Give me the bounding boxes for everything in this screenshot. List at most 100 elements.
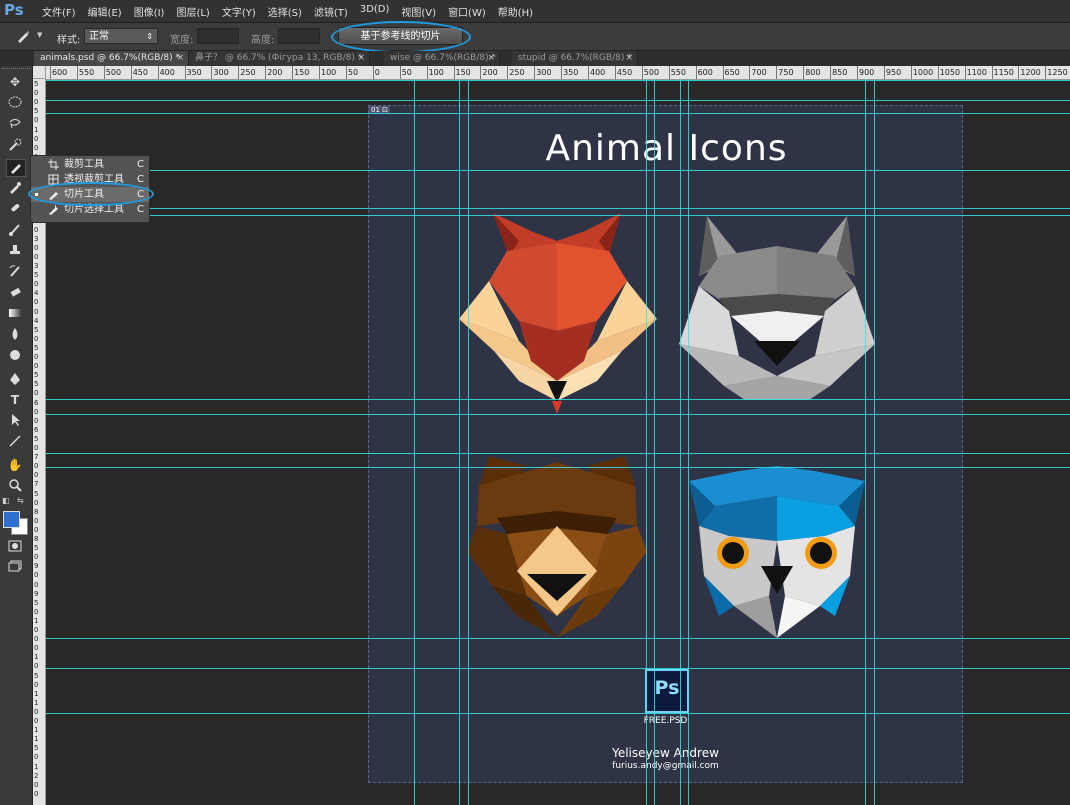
menu-item-10[interactable]: 帮助(H) — [492, 4, 539, 19]
style-select[interactable]: 正常 ⇕ — [84, 28, 158, 44]
vertical-guide[interactable] — [865, 79, 866, 805]
close-icon[interactable]: × — [487, 51, 495, 66]
vertical-guide[interactable] — [468, 79, 469, 805]
ruler-label: 0 — [34, 243, 39, 252]
ruler-label: 1200 — [1020, 68, 1041, 77]
quick-mask-icon[interactable] — [6, 540, 24, 556]
menu-item-7[interactable]: 3D(D) — [354, 4, 396, 19]
menu-item-2[interactable]: 图像(I) — [128, 4, 171, 19]
path-selection-tool-icon[interactable] — [6, 413, 24, 429]
vertical-guide[interactable] — [459, 79, 460, 805]
horizontal-guide[interactable] — [46, 215, 1070, 216]
eraser-tool-icon[interactable] — [6, 285, 24, 301]
menu-item-5[interactable]: 选择(S) — [262, 4, 308, 19]
tab-wise[interactable]: wise @ 66.7%(RGB/8) * × — [384, 51, 500, 66]
ruler-label: 4 — [34, 316, 39, 325]
menu-item-1[interactable]: 编辑(E) — [82, 4, 128, 19]
menu-item-9[interactable]: 窗口(W) — [442, 4, 492, 19]
horizontal-guide[interactable] — [46, 467, 1070, 468]
horizontal-guide[interactable] — [46, 208, 1070, 209]
gradient-tool-icon[interactable] — [6, 306, 24, 322]
quick-select-tool-icon[interactable] — [6, 138, 24, 154]
ruler-label: 5 — [34, 380, 39, 389]
close-icon[interactable]: × — [625, 51, 633, 66]
history-brush-tool-icon[interactable] — [6, 264, 24, 280]
flyout-shortcut: C — [137, 174, 144, 185]
zoom-tool-icon[interactable] — [6, 478, 24, 494]
ruler-label: 0 — [34, 580, 39, 589]
pen-tool-icon[interactable] — [6, 372, 24, 388]
ruler-label: 0 — [34, 753, 39, 762]
ps-badge-icon: Ps — [645, 669, 689, 713]
marquee-tool-icon[interactable] — [6, 96, 24, 112]
horizontal-guide[interactable] — [46, 170, 1070, 171]
swap-colors-icon[interactable]: ⇆ — [17, 496, 24, 505]
menu-item-0[interactable]: 文件(F) — [36, 4, 82, 19]
ruler-label: 0 — [34, 662, 39, 671]
horizontal-guide[interactable] — [46, 668, 1070, 669]
menu-item-6[interactable]: 滤镜(T) — [308, 4, 354, 19]
height-field[interactable] — [278, 28, 320, 44]
foreground-color-swatch-front[interactable] — [3, 511, 20, 528]
slice-tool-icon[interactable] — [6, 159, 26, 177]
ruler-label: 50 — [347, 68, 359, 77]
close-icon[interactable]: × — [357, 51, 365, 66]
dodge-tool-icon[interactable] — [6, 348, 24, 364]
ruler-tick — [184, 66, 186, 79]
preset-dropdown-icon[interactable]: ▼ — [37, 31, 42, 39]
lasso-tool-icon[interactable] — [6, 117, 24, 133]
horizontal-guide[interactable] — [46, 113, 1070, 114]
ruler-label: 550 — [78, 68, 95, 77]
horizontal-guide[interactable] — [46, 399, 1070, 400]
ruler-label: 0 — [34, 680, 39, 689]
flyout-item-crop[interactable]: 裁剪工具 C — [31, 157, 149, 172]
close-icon[interactable]: × — [176, 51, 184, 66]
healing-brush-tool-icon[interactable] — [6, 201, 24, 217]
type-tool-icon[interactable]: T — [6, 392, 24, 408]
tab-animals[interactable]: animals.psd @ 66.7%(RGB/8) * × — [34, 51, 189, 66]
ruler-label: 0 — [34, 280, 39, 289]
menu-item-4[interactable]: 文字(Y) — [216, 4, 262, 19]
vertical-guide[interactable] — [414, 79, 415, 805]
brush-tool-icon[interactable] — [6, 222, 24, 238]
slice-tool-preset-icon[interactable] — [16, 29, 30, 43]
eyedropper-tool-icon[interactable] — [6, 180, 24, 196]
crop-icon — [48, 159, 59, 170]
blur-tool-icon[interactable] — [6, 327, 24, 343]
vertical-guide[interactable] — [680, 79, 681, 805]
ruler-origin[interactable] — [33, 66, 46, 79]
ruler-label: 7 — [34, 480, 39, 489]
vertical-guide[interactable] — [654, 79, 655, 805]
horizontal-guide[interactable] — [46, 80, 1070, 81]
horizontal-guide[interactable] — [46, 414, 1070, 415]
menu-item-3[interactable]: 图层(L) — [170, 4, 215, 19]
ruler-label: 1250 — [1047, 68, 1068, 77]
tab-nose[interactable]: 鼻子？ @ 66.7% (Фігура 13, RGB/8) * × — [189, 51, 370, 66]
clone-stamp-tool-icon[interactable] — [6, 243, 24, 259]
ruler-label: 400 — [159, 68, 175, 77]
hand-tool-icon[interactable]: ✋ — [6, 457, 24, 473]
ruler-label: 0 — [34, 635, 39, 644]
default-colors-icon[interactable]: ◧ — [2, 496, 10, 505]
vertical-guide[interactable] — [688, 79, 689, 805]
vertical-guide[interactable] — [874, 79, 875, 805]
line-tool-icon[interactable] — [6, 434, 24, 450]
horizontal-guide[interactable] — [46, 100, 1070, 101]
menu-item-8[interactable]: 视图(V) — [395, 4, 442, 19]
panel-grip[interactable] — [2, 68, 30, 72]
ruler-tick — [668, 66, 670, 79]
horizontal-ruler[interactable]: 600 550 500 450 400 350 300 250 200 150 100 50 0 50 10… — [46, 66, 1070, 80]
ruler-label: 1 — [34, 616, 39, 625]
ruler-tick — [561, 66, 563, 79]
vertical-guide[interactable] — [646, 79, 647, 805]
ruler-tick — [964, 66, 966, 79]
move-tool-icon[interactable]: ✥ — [6, 74, 24, 90]
horizontal-guide[interactable] — [46, 453, 1070, 454]
ruler-label: 200 — [482, 68, 498, 77]
screen-mode-icon[interactable] — [6, 560, 24, 576]
tab-stupid[interactable]: stupid @ 66.7%(RGB/8) * × — [512, 51, 638, 66]
owl-icon — [689, 466, 865, 638]
width-field[interactable] — [197, 28, 239, 44]
horizontal-guide[interactable] — [46, 713, 1070, 714]
horizontal-guide[interactable] — [46, 638, 1070, 639]
